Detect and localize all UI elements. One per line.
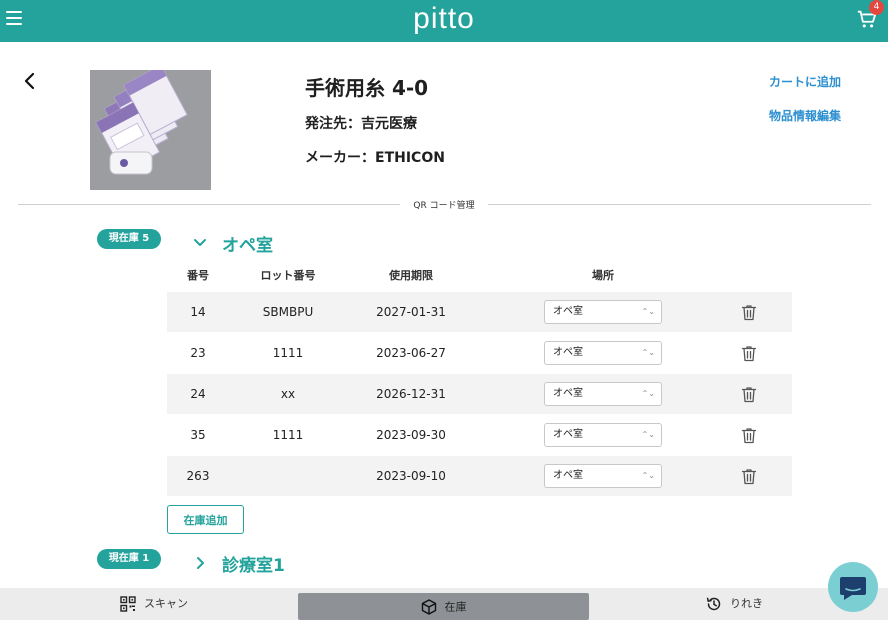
column-header-lot: ロット番号: [260, 269, 316, 282]
row-lot: SBMBPU: [262, 305, 314, 319]
trash-icon[interactable]: [741, 304, 757, 321]
row-lot: [229, 456, 347, 496]
row-lot: xx: [280, 387, 296, 401]
location-select-value: オペ室: [553, 429, 583, 440]
location-title-ope-room[interactable]: オペ室: [222, 231, 273, 256]
select-caret-icon: ⌃⌄: [641, 389, 655, 398]
location-title-exam-room-1[interactable]: 診療室1: [222, 551, 285, 576]
history-clock-icon: [706, 597, 721, 611]
location-select[interactable]: オペ室 ⌃⌄: [544, 464, 662, 488]
row-number: 24: [190, 387, 206, 401]
qr-code-section-label: QR コード管理: [400, 198, 488, 211]
trash-icon[interactable]: [741, 427, 757, 444]
row-number: 23: [190, 346, 206, 360]
product-supplier: 発注先：吉元医療: [305, 116, 417, 132]
trash-icon[interactable]: [741, 468, 757, 485]
location-select-value: オペ室: [553, 388, 583, 399]
chat-support-button[interactable]: [828, 562, 878, 612]
stock-count-badge: 現在庫 1: [97, 549, 161, 569]
row-expiry: 2023-09-10: [376, 469, 446, 483]
row-expiry: 2026-12-31: [376, 387, 446, 401]
add-stock-button[interactable]: 在庫追加: [167, 505, 244, 534]
add-to-cart-link[interactable]: カートに追加: [769, 73, 841, 90]
row-expiry: 2027-01-31: [376, 305, 446, 319]
location-select[interactable]: オペ室 ⌃⌄: [544, 341, 662, 365]
nav-tab-stock-label: 在庫: [444, 600, 467, 614]
nav-tab-stock[interactable]: 在庫: [298, 593, 589, 620]
location-select[interactable]: オペ室 ⌃⌄: [544, 423, 662, 447]
table-row: 263 2023-09-10 オペ室 ⌃⌄: [167, 456, 792, 496]
location-select-value: オペ室: [553, 306, 583, 317]
table-row: 14 SBMBPU 2027-01-31 オペ室 ⌃⌄: [167, 292, 792, 332]
location-select-value: オペ室: [553, 347, 583, 358]
nav-tab-scan-label: スキャン: [144, 597, 188, 610]
app-logo: pitto: [413, 2, 475, 35]
select-caret-icon: ⌃⌄: [641, 430, 655, 439]
product-title: 手術用糸 4-0: [305, 76, 429, 100]
column-header-expiry: 使用期限: [389, 269, 433, 282]
trash-icon[interactable]: [741, 345, 757, 362]
row-lot: 1111: [272, 346, 304, 360]
nav-tab-history-label: りれき: [730, 597, 763, 610]
row-number: 263: [186, 469, 210, 483]
location-select-value: オペ室: [553, 470, 583, 481]
chevron-down-icon[interactable]: [193, 236, 207, 250]
select-caret-icon: ⌃⌄: [641, 471, 655, 480]
table-row: 23 1111 2023-06-27 オペ室 ⌃⌄: [167, 333, 792, 373]
row-number: 35: [190, 428, 206, 442]
bottom-nav: スキャン 在庫 りれき: [0, 588, 888, 620]
nav-tab-scan[interactable]: スキャン: [120, 588, 270, 620]
location-select[interactable]: オペ室 ⌃⌄: [544, 382, 662, 406]
trash-icon[interactable]: [741, 386, 757, 403]
column-header-number: 番号: [187, 269, 209, 282]
location-select[interactable]: オペ室 ⌃⌄: [544, 300, 662, 324]
select-caret-icon: ⌃⌄: [641, 307, 655, 316]
table-row: 35 1111 2023-09-30 オペ室 ⌃⌄: [167, 415, 792, 455]
stock-count-badge: 現在庫 5: [97, 229, 161, 249]
box-icon: [421, 599, 436, 615]
row-number: 14: [190, 305, 206, 319]
edit-item-info-link[interactable]: 物品情報編集: [769, 107, 841, 124]
row-expiry: 2023-06-27: [376, 346, 446, 360]
cart-count-badge: 4: [869, 0, 884, 15]
nav-tab-history[interactable]: りれき: [706, 588, 826, 620]
top-bar: pitto 4: [0, 0, 888, 42]
table-row: 24 xx 2026-12-31 オペ室 ⌃⌄: [167, 374, 792, 414]
chat-bubble-icon: [840, 577, 866, 600]
back-arrow-icon[interactable]: [22, 72, 38, 90]
qr-code-icon: [120, 596, 136, 612]
row-expiry: 2023-09-30: [376, 428, 446, 442]
product-maker: メーカー：ETHICON: [305, 150, 445, 166]
chevron-right-icon[interactable]: [193, 556, 207, 570]
product-image: [90, 70, 211, 190]
column-header-location: 場所: [592, 269, 614, 282]
select-caret-icon: ⌃⌄: [641, 348, 655, 357]
row-lot: 1111: [272, 428, 304, 442]
